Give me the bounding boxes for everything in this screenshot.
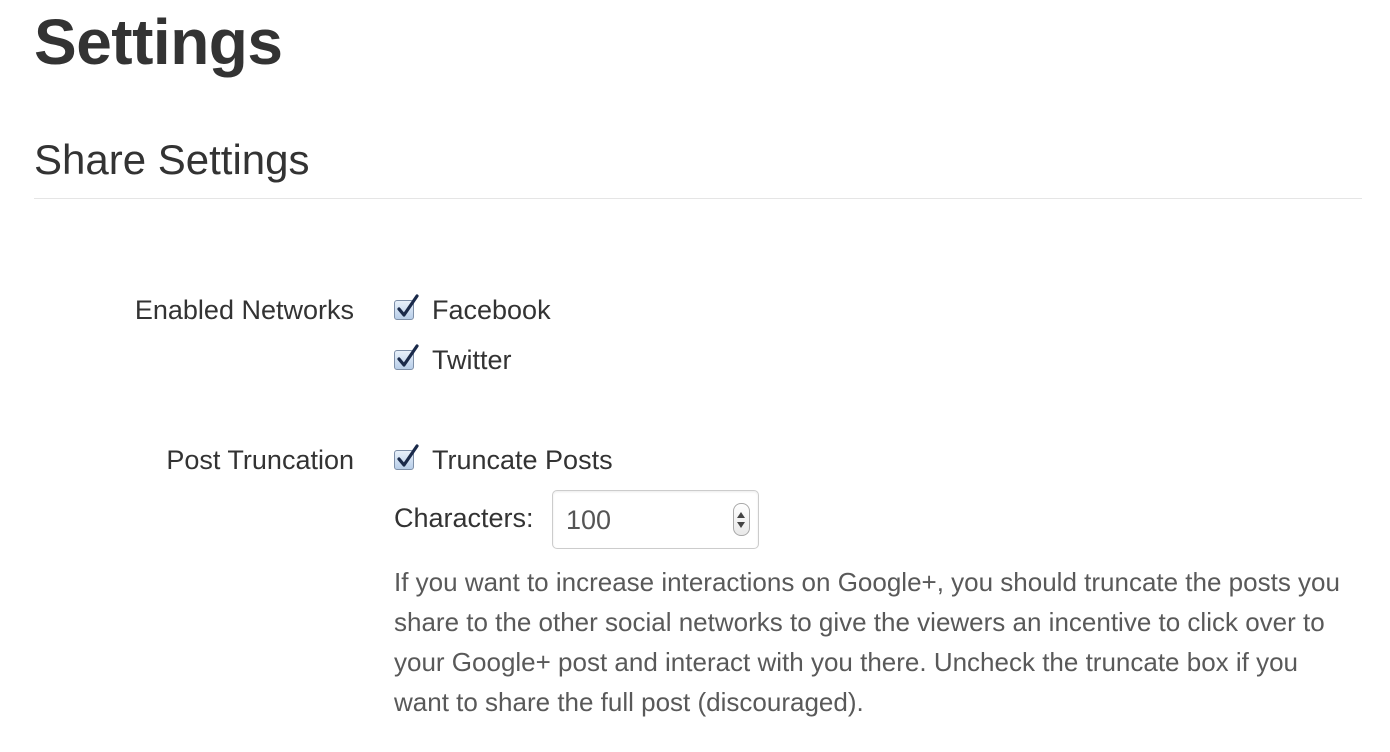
spinner-up-arrow-icon[interactable] [737,512,745,518]
checkmark-icon [397,444,419,467]
section-title-share-settings: Share Settings [34,136,310,183]
characters-number-input[interactable]: 100 [552,490,759,549]
truncation-help-text: If you want to increase interactions on … [394,567,1340,717]
facebook-label: Facebook [432,295,551,325]
characters-value: 100 [566,505,612,535]
checkmark-icon [397,344,419,367]
post-truncation-label: Post Truncation [166,445,354,475]
checkmark-icon [397,294,419,317]
twitter-label: Twitter [432,345,512,375]
spinner-down-arrow-icon[interactable] [737,522,745,528]
page-title: Settings [34,6,283,78]
truncate-posts-checkbox-row[interactable]: Truncate Posts [394,444,613,476]
up-down-spinner-icon[interactable] [733,503,750,536]
characters-label: Characters: [394,503,534,533]
facebook-checkbox[interactable] [394,294,419,320]
twitter-checkbox[interactable] [394,344,419,370]
truncate-posts-label: Truncate Posts [432,445,613,475]
enabled-networks-label: Enabled Networks [134,295,354,325]
truncate-posts-checkbox[interactable] [394,444,419,470]
facebook-checkbox-row[interactable]: Facebook [394,294,551,326]
twitter-checkbox-row[interactable]: Twitter [394,344,512,376]
section-divider [34,198,1362,199]
